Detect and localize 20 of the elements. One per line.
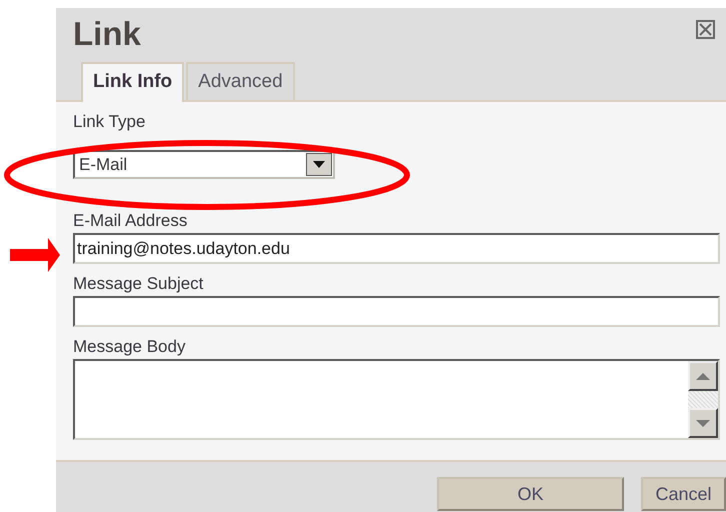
text-field[interactable]: training@notes.udayton.edu bbox=[73, 233, 720, 264]
close-icon[interactable] bbox=[696, 20, 715, 39]
tab[interactable]: Link Info bbox=[81, 62, 184, 102]
field-label: E-Mail Address bbox=[73, 211, 188, 230]
scroll-down-button[interactable] bbox=[688, 408, 718, 438]
text-field[interactable] bbox=[73, 296, 720, 327]
dialog-button[interactable]: Cancel bbox=[641, 477, 726, 511]
triangle-up-icon bbox=[696, 372, 710, 380]
link-type-dropdown[interactable]: E-Mail bbox=[73, 150, 335, 179]
triangle-down-icon bbox=[696, 420, 710, 426]
pointer-arrow bbox=[10, 238, 60, 272]
tab[interactable]: Advanced bbox=[186, 62, 295, 100]
scroll-up-button[interactable] bbox=[688, 361, 718, 391]
field-label: Message Body bbox=[73, 337, 186, 356]
link-type-label: Link Type bbox=[73, 112, 146, 131]
field-label: Message Subject bbox=[73, 274, 204, 293]
dialog-title: Link bbox=[72, 14, 141, 54]
message-body-field[interactable] bbox=[73, 359, 720, 440]
dialog-button[interactable]: OK bbox=[437, 477, 624, 511]
caret-icon bbox=[313, 161, 325, 168]
